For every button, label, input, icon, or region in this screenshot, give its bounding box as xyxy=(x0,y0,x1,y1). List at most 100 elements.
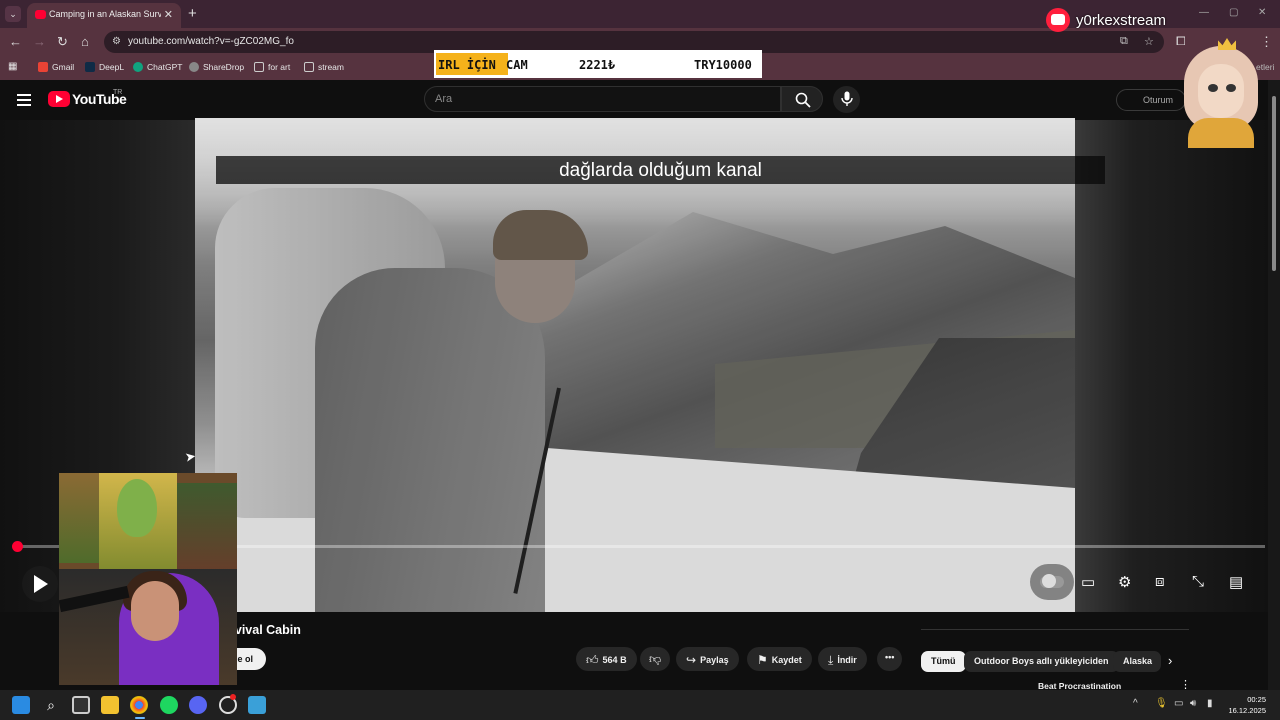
search-button[interactable] xyxy=(781,86,823,112)
bookmark-chatgpt[interactable]: ChatGPT xyxy=(133,62,182,72)
chip-alaska[interactable]: Alaska xyxy=(1113,651,1161,672)
browser-tab[interactable]: Camping in an Alaskan Survival ✕ xyxy=(27,3,181,28)
settings-gear-icon[interactable]: ⚙ xyxy=(1118,573,1131,591)
url-text: youtube.com/watch?v=-gZC02MG_fo xyxy=(128,36,294,47)
tab-title: Camping in an Alaskan Survival xyxy=(49,9,161,19)
notification-badge xyxy=(230,694,236,700)
more-dots-icon: ••• xyxy=(885,652,895,662)
play-button[interactable] xyxy=(22,566,58,602)
irl-item: CAM xyxy=(506,58,528,72)
new-tab-icon[interactable]: + xyxy=(188,5,197,22)
chips-divider xyxy=(921,629,1189,630)
deepl-icon xyxy=(85,62,95,72)
save-button[interactable]: ⚑ Kaydet xyxy=(747,647,812,671)
thumbs-down-icon: 👎︎ xyxy=(649,652,662,666)
chrome-icon[interactable] xyxy=(130,696,148,714)
volume-icon[interactable]: 🔊︎ xyxy=(1190,698,1196,709)
sign-in-button[interactable]: Oturum xyxy=(1116,89,1186,111)
task-view-icon[interactable] xyxy=(72,696,90,714)
file-explorer-icon[interactable] xyxy=(101,696,119,714)
subtitles-icon[interactable]: ▭ xyxy=(1081,573,1095,591)
spotify-icon[interactable] xyxy=(160,696,178,714)
stream-channel-overlay: y0rkexstream xyxy=(1046,8,1206,34)
thumbs-up-icon: 👍︎ xyxy=(586,653,599,667)
more-actions-button[interactable]: ••• xyxy=(877,647,903,671)
video-title: rvival Cabin xyxy=(230,623,301,637)
search-icon xyxy=(795,92,811,108)
search-input[interactable]: Ara xyxy=(424,86,781,112)
back-icon[interactable]: ← xyxy=(9,34,22,49)
download-icon: ⤓ xyxy=(828,653,834,667)
chatgpt-icon xyxy=(133,62,143,72)
crown-icon xyxy=(1218,38,1236,50)
maximize-icon[interactable]: ▢ xyxy=(1229,7,1238,18)
bookmark-icon: ⚑ xyxy=(757,653,768,667)
folder-icon xyxy=(254,62,264,72)
ambient-right xyxy=(1075,120,1268,612)
caption-text: dağlarda olduğum kanal xyxy=(559,160,762,181)
bookmark-folder-stream[interactable]: stream xyxy=(304,62,344,72)
chip-all[interactable]: Tümü xyxy=(921,651,966,672)
folder-icon xyxy=(304,62,314,72)
microphone-icon xyxy=(841,91,853,106)
autoplay-toggle[interactable] xyxy=(1030,564,1074,600)
site-info-icon[interactable]: ⚙ xyxy=(112,36,121,47)
irl-current: 2221₺ xyxy=(579,58,616,72)
tab-search-icon[interactable]: ⌄ xyxy=(5,6,21,22)
apps-grid-icon[interactable]: ▦ xyxy=(8,61,17,72)
reload-icon[interactable]: ↻ xyxy=(57,34,68,50)
youtube-favicon-icon xyxy=(35,10,46,19)
theater-mode-icon[interactable]: ⤡ xyxy=(1192,573,1204,590)
discord-icon[interactable] xyxy=(189,696,207,714)
close-tab-icon[interactable]: ✕ xyxy=(164,8,173,21)
forward-icon[interactable]: → xyxy=(33,34,46,49)
microphone-in-use-icon[interactable]: 🎙︎ xyxy=(1155,698,1168,709)
clock-time: 00:25 xyxy=(1247,695,1266,704)
share-button[interactable]: ↪ Paylaş xyxy=(676,647,739,671)
miniplayer-icon[interactable]: ⧈ xyxy=(1155,573,1165,590)
display-icon[interactable]: ▭ xyxy=(1174,698,1183,709)
battery-icon[interactable]: ▮ xyxy=(1207,698,1213,709)
dislike-button[interactable]: 👎︎ xyxy=(640,647,671,671)
bookmark-folder-for-art[interactable]: for art xyxy=(254,62,290,72)
scrubber-handle[interactable] xyxy=(12,541,23,552)
active-app-indicator xyxy=(135,717,145,719)
like-button[interactable]: 👍︎ 564 B xyxy=(576,647,637,671)
gmail-icon xyxy=(38,62,48,72)
page-scrollbar[interactable] xyxy=(1268,80,1280,690)
vtuber-avatar xyxy=(1180,38,1264,148)
bookmark-deepl[interactable]: DeepL xyxy=(85,62,124,72)
caption-bar: dağlarda olduğum kanal xyxy=(216,156,1105,184)
irl-goal: TRY10000 xyxy=(694,58,752,72)
search-taskbar-icon[interactable]: ⌕ xyxy=(42,696,60,714)
bookmark-sharedrop[interactable]: ShareDrop xyxy=(189,62,244,72)
tray-overflow-icon[interactable]: ^ xyxy=(1133,698,1138,709)
chevron-right-icon[interactable]: › xyxy=(1168,653,1172,668)
fullscreen-icon[interactable]: ▤ xyxy=(1229,573,1243,591)
system-clock[interactable]: 00:25 16.12.2025 xyxy=(1228,694,1266,716)
alien-poster xyxy=(117,479,157,537)
search-placeholder: Ara xyxy=(435,93,453,105)
youtube-logo-icon[interactable] xyxy=(48,91,70,107)
youtube-channel-icon xyxy=(1046,8,1070,32)
chip-from-uploader[interactable]: Outdoor Boys adlı yükleyiciden xyxy=(964,651,1119,672)
video-frame[interactable] xyxy=(195,118,1075,612)
youtube-masthead: YouTube TR Ara Oturum xyxy=(0,80,1280,120)
share-arrow-icon: ↪ xyxy=(686,653,697,667)
hamburger-menu-icon[interactable] xyxy=(17,94,31,106)
voice-search-button[interactable] xyxy=(833,86,860,113)
home-icon[interactable]: ⌂ xyxy=(81,34,89,49)
player-controls-right: ▭ ⚙ ⧈ ⤡ ▤ xyxy=(1030,564,1260,600)
install-app-icon[interactable]: ⧉ xyxy=(1120,35,1128,48)
photos-icon[interactable] xyxy=(248,696,266,714)
irl-label: IRL İÇİN xyxy=(438,58,496,72)
sharedrop-icon xyxy=(189,62,199,72)
download-button[interactable]: ⤓ İndir xyxy=(818,647,867,671)
scrollbar-thumb[interactable] xyxy=(1272,96,1276,271)
windows-start-icon[interactable] xyxy=(12,696,30,714)
bookmark-star-icon[interactable]: ☆ xyxy=(1144,35,1154,48)
bookmark-gmail[interactable]: Gmail xyxy=(38,62,74,72)
close-window-icon[interactable]: ✕ xyxy=(1258,7,1266,18)
clock-date: 16.12.2025 xyxy=(1228,706,1266,715)
windows-taskbar: ⌕ ^ 🎙︎ ▭ 🔊︎ ▮ 00:25 16.12.2025 xyxy=(0,690,1280,720)
